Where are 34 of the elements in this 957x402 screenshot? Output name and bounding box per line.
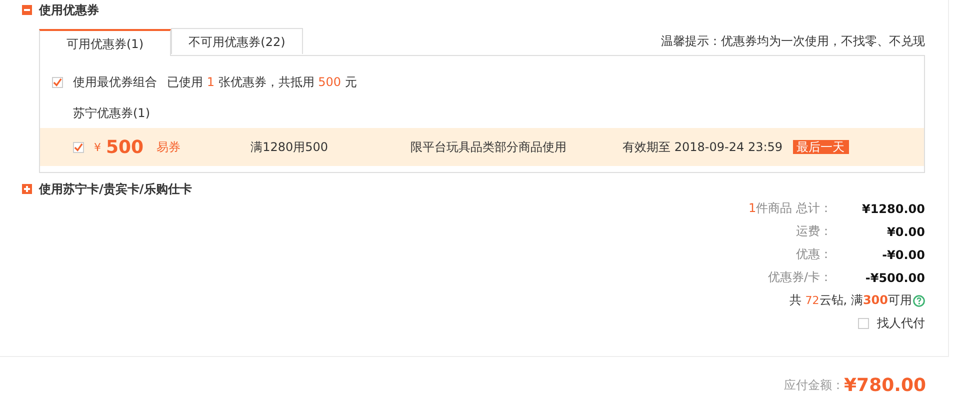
section-title: 使用苏宁卡/贵宾卡/乐购仕卡	[39, 180, 192, 198]
usage-text: 已使用 1 张优惠券，共抵用 500 元	[167, 74, 357, 90]
coupon-amount: 500	[106, 136, 144, 158]
tip-text: 温馨提示：优惠券均为一次使用，不找零、不兑现	[661, 33, 925, 50]
summary-label: 优惠券/卡：	[766, 269, 832, 286]
amount-due-label: 应付金额：	[784, 377, 844, 394]
pay-for-me-label: 找人代付	[877, 315, 925, 332]
collapse-icon[interactable]	[22, 5, 32, 15]
summary-label: 优惠：	[795, 246, 832, 263]
coupon-condition: 满1280用500	[250, 138, 330, 156]
coupon-row[interactable]: ¥ 500 易券 满1280用500 限平台玩具品类部分商品使用 有效期至 2018-09-24 23:59 最后一天	[40, 128, 924, 166]
help-icon[interactable]	[913, 294, 925, 306]
checkbox[interactable]	[52, 76, 63, 88]
checkbox[interactable]	[858, 318, 869, 329]
coupon-tab[interactable]: 不可用优惠券(22)	[171, 28, 303, 54]
summary-value: ¥0.00	[886, 224, 925, 238]
expiry-badge: 最后一天	[792, 140, 849, 154]
combo-label: 使用最优券组合	[73, 74, 157, 90]
amount-due-value: ¥780.00	[844, 375, 926, 396]
coupon-validity: 有效期至 2018-09-24 23:59	[622, 138, 783, 156]
coupon-scope: 限平台玩具品类部分商品使用	[410, 138, 568, 156]
total-label: 1件商品 总计：	[748, 200, 832, 217]
group-title: 苏宁优惠券(1)	[73, 106, 151, 120]
coupon-tab[interactable]: 可用优惠券(1)	[39, 29, 171, 56]
section-title: 使用优惠券	[39, 2, 99, 18]
checkbox[interactable]	[73, 142, 84, 152]
coupon-type: 易券	[156, 138, 182, 156]
summary-label: 运费：	[795, 223, 832, 240]
summary-value: -¥500.00	[864, 270, 925, 284]
yunzuan-text: 共 72云钻, 满300可用	[789, 292, 912, 309]
summary-value: -¥0.00	[881, 248, 925, 262]
expand-icon[interactable]	[22, 184, 32, 194]
currency-sign: ¥	[94, 140, 101, 154]
total-value: ¥1280.00	[860, 202, 925, 216]
